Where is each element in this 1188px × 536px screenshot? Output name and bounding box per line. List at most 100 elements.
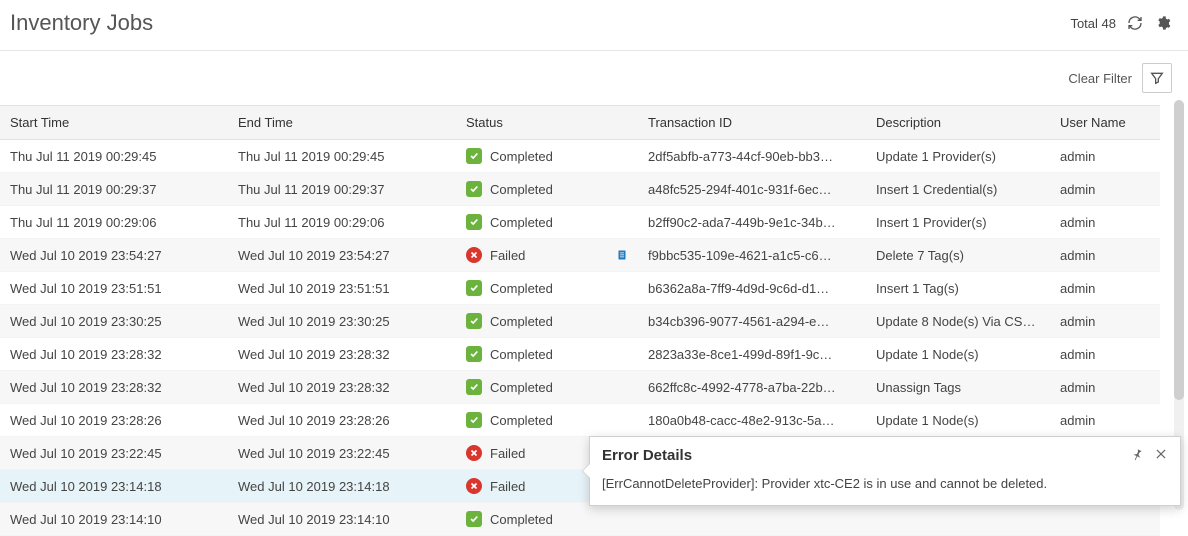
table-row[interactable]: Thu Jul 11 2019 00:29:06Thu Jul 11 2019 … bbox=[0, 206, 1160, 239]
details-icon[interactable] bbox=[616, 248, 628, 262]
cell-start-time: Wed Jul 10 2019 23:14:18 bbox=[0, 470, 228, 503]
cell-status: Completed bbox=[456, 140, 638, 173]
page-header: Inventory Jobs Total 48 bbox=[0, 0, 1188, 51]
table-row[interactable]: Wed Jul 10 2019 23:28:32Wed Jul 10 2019 … bbox=[0, 338, 1160, 371]
cell-start-time: Wed Jul 10 2019 23:28:26 bbox=[0, 404, 228, 437]
cell-start-time: Wed Jul 10 2019 23:22:45 bbox=[0, 437, 228, 470]
cell-transaction-id: b34cb396-9077-4561-a294-e… bbox=[638, 305, 866, 338]
cell-user-name: admin bbox=[1050, 305, 1160, 338]
header-actions: Total 48 bbox=[1070, 14, 1172, 32]
cell-transaction-id bbox=[638, 503, 866, 536]
cell-transaction-id: 2823a33e-8ce1-499d-89f1-9c… bbox=[638, 338, 866, 371]
status-completed-icon bbox=[466, 346, 482, 362]
cell-user-name: admin bbox=[1050, 272, 1160, 305]
status-label: Failed bbox=[490, 248, 525, 263]
cell-end-time: Thu Jul 11 2019 00:29:37 bbox=[228, 173, 456, 206]
cell-end-time: Wed Jul 10 2019 23:28:32 bbox=[228, 371, 456, 404]
cell-description: Update 1 Node(s) bbox=[866, 404, 1050, 437]
filter-button[interactable] bbox=[1142, 63, 1172, 93]
cell-description bbox=[866, 503, 1050, 536]
close-icon[interactable] bbox=[1154, 447, 1168, 464]
total-count-label: Total 48 bbox=[1070, 16, 1116, 31]
cell-end-time: Wed Jul 10 2019 23:28:32 bbox=[228, 338, 456, 371]
status-label: Completed bbox=[490, 413, 553, 428]
cell-transaction-id: b6362a8a-7ff9-4d9d-9c6d-d1… bbox=[638, 272, 866, 305]
cell-description: Insert 1 Provider(s) bbox=[866, 206, 1050, 239]
cell-user-name: admin bbox=[1050, 206, 1160, 239]
table-row[interactable]: Thu Jul 11 2019 00:29:45Thu Jul 11 2019 … bbox=[0, 140, 1160, 173]
pin-icon[interactable] bbox=[1130, 447, 1144, 464]
cell-end-time: Wed Jul 10 2019 23:22:45 bbox=[228, 437, 456, 470]
cell-status: Completed bbox=[456, 371, 638, 404]
filter-icon bbox=[1149, 70, 1165, 86]
cell-description: Delete 7 Tag(s) bbox=[866, 239, 1050, 272]
cell-user-name: admin bbox=[1050, 371, 1160, 404]
status-label: Completed bbox=[490, 512, 553, 527]
cell-transaction-id: 662ffc8c-4992-4778-a7ba-22b… bbox=[638, 371, 866, 404]
col-header-end-time[interactable]: End Time bbox=[228, 106, 456, 140]
status-completed-icon bbox=[466, 148, 482, 164]
cell-description: Update 1 Provider(s) bbox=[866, 140, 1050, 173]
cell-transaction-id: f9bbc535-109e-4621-a1c5-c6… bbox=[638, 239, 866, 272]
table-row[interactable]: Wed Jul 10 2019 23:28:32Wed Jul 10 2019 … bbox=[0, 371, 1160, 404]
cell-end-time: Wed Jul 10 2019 23:30:25 bbox=[228, 305, 456, 338]
status-failed-icon bbox=[466, 478, 482, 494]
cell-start-time: Wed Jul 10 2019 23:14:10 bbox=[0, 503, 228, 536]
cell-user-name: admin bbox=[1050, 404, 1160, 437]
status-label: Completed bbox=[490, 149, 553, 164]
page-title: Inventory Jobs bbox=[10, 10, 153, 36]
cell-transaction-id: 180a0b48-cacc-48e2-913c-5a… bbox=[638, 404, 866, 437]
table-row[interactable]: Wed Jul 10 2019 23:28:26Wed Jul 10 2019 … bbox=[0, 404, 1160, 437]
cell-end-time: Wed Jul 10 2019 23:14:10 bbox=[228, 503, 456, 536]
status-completed-icon bbox=[466, 280, 482, 296]
cell-description: Update 8 Node(s) Via CS… bbox=[866, 305, 1050, 338]
status-label: Completed bbox=[490, 347, 553, 362]
status-completed-icon bbox=[466, 511, 482, 527]
cell-start-time: Wed Jul 10 2019 23:30:25 bbox=[0, 305, 228, 338]
table-row[interactable]: Wed Jul 10 2019 23:14:10Wed Jul 10 2019 … bbox=[0, 503, 1160, 536]
cell-status: Completed bbox=[456, 503, 638, 536]
status-label: Completed bbox=[490, 314, 553, 329]
col-header-start-time[interactable]: Start Time bbox=[0, 106, 228, 140]
cell-status: Completed bbox=[456, 338, 638, 371]
cell-description: Unassign Tags bbox=[866, 371, 1050, 404]
status-completed-icon bbox=[466, 313, 482, 329]
col-header-description[interactable]: Description bbox=[866, 106, 1050, 140]
table-row[interactable]: Wed Jul 10 2019 23:51:51Wed Jul 10 2019 … bbox=[0, 272, 1160, 305]
gear-icon[interactable] bbox=[1154, 14, 1172, 32]
cell-user-name: admin bbox=[1050, 338, 1160, 371]
cell-start-time: Thu Jul 11 2019 00:29:37 bbox=[0, 173, 228, 206]
status-failed-icon bbox=[466, 247, 482, 263]
cell-status: Completed bbox=[456, 173, 638, 206]
cell-description: Insert 1 Credential(s) bbox=[866, 173, 1050, 206]
status-failed-icon bbox=[466, 445, 482, 461]
scrollbar-thumb[interactable] bbox=[1174, 100, 1184, 400]
cell-start-time: Wed Jul 10 2019 23:51:51 bbox=[0, 272, 228, 305]
cell-end-time: Thu Jul 11 2019 00:29:06 bbox=[228, 206, 456, 239]
status-label: Completed bbox=[490, 281, 553, 296]
table-row[interactable]: Thu Jul 11 2019 00:29:37Thu Jul 11 2019 … bbox=[0, 173, 1160, 206]
cell-status: Completed bbox=[456, 305, 638, 338]
table-header-row: Start Time End Time Status Transaction I… bbox=[0, 106, 1160, 140]
cell-end-time: Wed Jul 10 2019 23:54:27 bbox=[228, 239, 456, 272]
col-header-status[interactable]: Status bbox=[456, 106, 638, 140]
cell-description: Update 1 Node(s) bbox=[866, 338, 1050, 371]
cell-transaction-id: 2df5abfb-a773-44cf-90eb-bb3… bbox=[638, 140, 866, 173]
status-completed-icon bbox=[466, 214, 482, 230]
status-label: Completed bbox=[490, 182, 553, 197]
cell-start-time: Wed Jul 10 2019 23:28:32 bbox=[0, 338, 228, 371]
table-row[interactable]: Wed Jul 10 2019 23:54:27Wed Jul 10 2019 … bbox=[0, 239, 1160, 272]
table-row[interactable]: Wed Jul 10 2019 23:30:25Wed Jul 10 2019 … bbox=[0, 305, 1160, 338]
cell-end-time: Thu Jul 11 2019 00:29:45 bbox=[228, 140, 456, 173]
refresh-icon[interactable] bbox=[1126, 14, 1144, 32]
cell-end-time: Wed Jul 10 2019 23:28:26 bbox=[228, 404, 456, 437]
col-header-user-name[interactable]: User Name bbox=[1050, 106, 1160, 140]
tooltip-header: Error Details bbox=[590, 437, 1180, 470]
cell-user-name bbox=[1050, 503, 1160, 536]
clear-filter-link[interactable]: Clear Filter bbox=[1068, 71, 1132, 86]
tooltip-message: [ErrCannotDeleteProvider]: Provider xtc-… bbox=[590, 470, 1180, 505]
cell-status: Completed bbox=[456, 404, 638, 437]
status-completed-icon bbox=[466, 379, 482, 395]
cell-description: Insert 1 Tag(s) bbox=[866, 272, 1050, 305]
col-header-transaction-id[interactable]: Transaction ID bbox=[638, 106, 866, 140]
